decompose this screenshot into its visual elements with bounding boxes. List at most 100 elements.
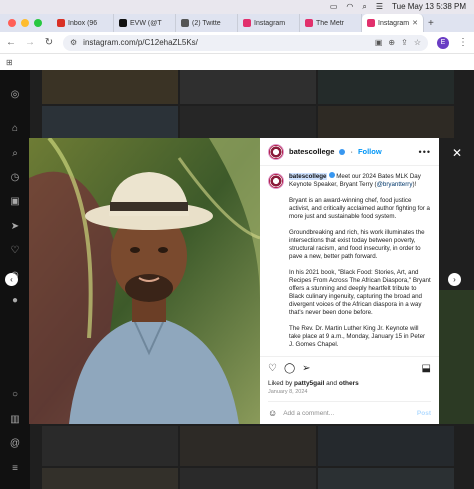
browser-menu-icon[interactable]: ⋮ bbox=[458, 37, 468, 48]
tab-the-met[interactable]: The Metr bbox=[300, 14, 362, 32]
more-options-icon[interactable]: ••• bbox=[419, 147, 431, 157]
caption-area: batescollege Meet our 2024 Bates MLK Day… bbox=[260, 167, 439, 356]
post-details-panel: batescollege · Follow ••• batescollege M… bbox=[260, 138, 439, 424]
instagram-page: ◎ ⌂ ⌕ ◷ ▣ ➤ ♡ ⊕ ● ○ ▥ @ ≡ ✕ bbox=[0, 70, 474, 489]
zoom-icon[interactable]: ⊕ bbox=[388, 38, 395, 47]
like-heart-icon[interactable]: ♡ bbox=[268, 363, 277, 374]
tab-label: Instagram bbox=[378, 19, 410, 27]
grid-thumbnail[interactable] bbox=[42, 468, 178, 489]
account-username[interactable]: batescollege bbox=[289, 147, 334, 156]
more-menu-icon[interactable]: ≡ bbox=[9, 462, 21, 474]
comment-icon[interactable]: ◯ bbox=[284, 363, 295, 374]
close-tab-icon[interactable]: ✕ bbox=[412, 19, 418, 27]
profile-icon[interactable]: ● bbox=[9, 294, 21, 306]
apps-grid-icon[interactable]: ⊞ bbox=[6, 58, 13, 67]
reload-button[interactable]: ↻ bbox=[44, 37, 54, 48]
tab-label: Inbox (96 bbox=[68, 19, 98, 27]
caption-paragraph: Bryant is an award-winning chef, food ju… bbox=[289, 197, 431, 220]
wifi-icon[interactable]: ◠ bbox=[346, 0, 353, 14]
tab-instagram-active[interactable]: Instagram ✕ bbox=[362, 14, 424, 32]
grid-thumbnail[interactable] bbox=[439, 290, 474, 424]
mention-link[interactable]: @bryantterry bbox=[377, 181, 413, 188]
home-icon[interactable]: ⌂ bbox=[9, 122, 21, 134]
forward-button[interactable]: → bbox=[25, 37, 35, 48]
account-avatar[interactable] bbox=[268, 143, 284, 160]
caption-avatar[interactable] bbox=[268, 173, 284, 189]
tab-twitter[interactable]: (2) Twitte bbox=[176, 14, 238, 32]
explore-icon[interactable]: ◷ bbox=[9, 171, 21, 183]
grid-thumbnail[interactable] bbox=[180, 106, 316, 138]
tab-label: (2) Twitte bbox=[192, 19, 221, 27]
portrait-photo bbox=[29, 138, 260, 424]
instagram-icon bbox=[243, 19, 251, 27]
reels-icon[interactable]: ▣ bbox=[9, 195, 21, 207]
close-window-button[interactable] bbox=[8, 19, 16, 27]
post-comment-button[interactable]: Post bbox=[417, 410, 431, 417]
caption-username[interactable]: batescollege bbox=[289, 173, 327, 180]
likes-summary: Liked by patty5gail and others bbox=[268, 380, 431, 387]
x-icon bbox=[119, 19, 127, 27]
grid-thumbnail[interactable] bbox=[180, 426, 316, 466]
profile-avatar[interactable]: E bbox=[437, 36, 449, 49]
next-post-button[interactable]: › bbox=[448, 273, 461, 286]
post-date: January 8, 2024 bbox=[268, 389, 308, 395]
site-info-icon[interactable]: ⚙ bbox=[70, 38, 77, 47]
zoom-window-button[interactable] bbox=[34, 19, 42, 27]
address-bar: ← → ↻ ⚙ instagram.com/p/C12ehaZL5Ks/ ▣ ⊕… bbox=[0, 32, 474, 54]
grid-thumbnail[interactable] bbox=[180, 468, 316, 489]
verified-badge-icon bbox=[339, 148, 346, 155]
threads-icon[interactable]: @ bbox=[9, 437, 21, 449]
comment-input[interactable]: Add a comment... bbox=[283, 410, 411, 417]
menu-clock[interactable]: Tue May 13 5:38 PM bbox=[392, 0, 466, 14]
share-icon[interactable]: ➢ bbox=[302, 363, 310, 374]
grid-thumbnail[interactable] bbox=[42, 106, 178, 138]
grid-thumbnail[interactable] bbox=[318, 468, 454, 489]
grid-thumbnail[interactable] bbox=[180, 70, 316, 104]
bookmark-star-icon[interactable]: ☆ bbox=[414, 38, 421, 47]
battery-icon[interactable]: ▭ bbox=[330, 0, 338, 14]
separator-dot: · bbox=[350, 147, 353, 156]
tab-instagram-1[interactable]: Instagram bbox=[238, 14, 300, 32]
grid-thumbnail[interactable] bbox=[42, 70, 178, 104]
twitter-icon bbox=[181, 19, 189, 27]
save-bookmark-icon[interactable]: ⬓ bbox=[422, 363, 431, 374]
likes-suffix: and bbox=[324, 380, 339, 387]
close-modal-icon[interactable]: ✕ bbox=[452, 146, 462, 160]
browser-tab-strip: Inbox (96 EVW (@T (2) Twitte Instagram T… bbox=[0, 14, 474, 32]
share-icon[interactable]: ⇪ bbox=[401, 38, 408, 47]
grid-thumbnail[interactable] bbox=[318, 426, 454, 466]
grid-thumbnail[interactable] bbox=[318, 106, 454, 138]
minimize-window-button[interactable] bbox=[21, 19, 29, 27]
caption-lead-end: )! bbox=[412, 181, 417, 188]
liked-by-others[interactable]: others bbox=[339, 380, 359, 387]
new-tab-button[interactable]: + bbox=[428, 18, 434, 29]
meta-ai-icon[interactable]: ○ bbox=[9, 388, 21, 400]
search-icon[interactable]: ⌕ bbox=[362, 0, 366, 14]
comment-bar: ☺ Add a comment... Post bbox=[268, 401, 431, 418]
grid-thumbnail[interactable] bbox=[318, 70, 454, 104]
previous-post-button[interactable]: ‹ bbox=[5, 273, 18, 286]
post-header: batescollege · Follow ••• bbox=[260, 138, 439, 166]
instagram-logo-icon[interactable]: ◎ bbox=[9, 88, 21, 100]
follow-button[interactable]: Follow bbox=[358, 147, 382, 156]
instagram-icon bbox=[305, 19, 313, 27]
tab-inbox[interactable]: Inbox (96 bbox=[52, 14, 114, 32]
notifications-heart-icon[interactable]: ♡ bbox=[9, 244, 21, 256]
control-center-icon[interactable]: ☰ bbox=[376, 0, 383, 14]
gmail-icon bbox=[57, 19, 65, 27]
url-field[interactable]: ⚙ instagram.com/p/C12ehaZL5Ks/ ▣ ⊕ ⇪ ☆ bbox=[63, 34, 428, 51]
emoji-icon[interactable]: ☺ bbox=[268, 408, 277, 418]
window-controls bbox=[8, 19, 42, 27]
messages-icon[interactable]: ➤ bbox=[9, 220, 21, 232]
caption-text: batescollege Meet our 2024 Bates MLK Day… bbox=[289, 172, 431, 356]
caption-paragraph: The Rev. Dr. Martin Luther King Jr. Keyn… bbox=[289, 325, 426, 348]
post-image bbox=[29, 138, 260, 424]
back-button[interactable]: ← bbox=[6, 37, 16, 48]
tab-evw[interactable]: EVW (@T bbox=[114, 14, 176, 32]
stats-icon[interactable]: ▥ bbox=[9, 413, 21, 425]
cast-icon[interactable]: ▣ bbox=[375, 38, 383, 47]
liked-by-user[interactable]: patty5gail bbox=[294, 380, 324, 387]
search-icon[interactable]: ⌕ bbox=[9, 147, 21, 159]
macos-menu-bar: ▭ ◠ ⌕ ☰ Tue May 13 5:38 PM bbox=[0, 0, 474, 14]
grid-thumbnail[interactable] bbox=[42, 426, 178, 466]
